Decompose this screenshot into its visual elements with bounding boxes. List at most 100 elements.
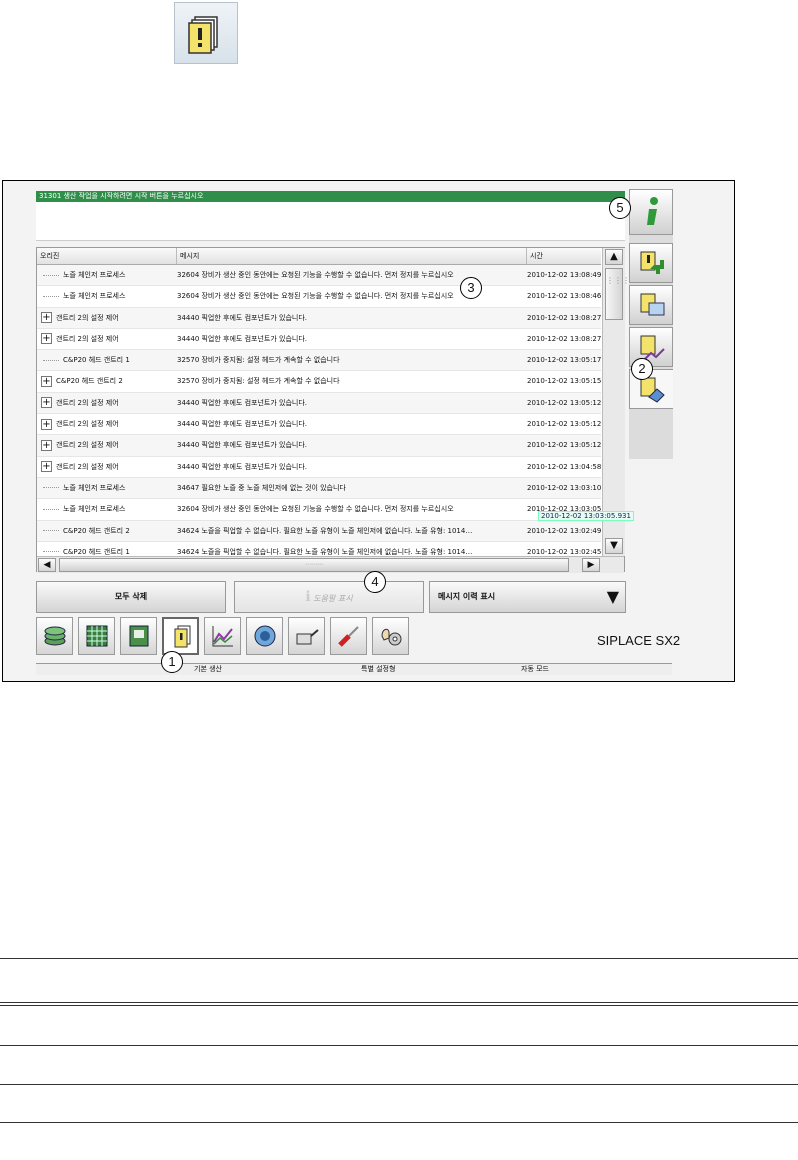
table-row[interactable]: C&P20 헤드 갠트리 2 34624 노즐을 픽업할 수 없습니다. 필요한 … <box>37 520 601 542</box>
table-row[interactable]: + 갠트리 2의 설정 제어 34440 픽업한 후에도 컴포넌트가 있습니다. 20… <box>37 307 601 329</box>
origin-cell: 노즐 체인저 프로세스 <box>37 499 173 519</box>
divider <box>0 958 798 959</box>
table-body: 노즐 체인저 프로세스 32604 장비가 생산 중인 동안에는 요청된 기능을 … <box>37 265 601 564</box>
origin-text: 노즐 체인저 프로세스 <box>63 292 126 301</box>
origin-cell: + 갠트리 2의 설정 제어 <box>37 435 173 455</box>
divider <box>0 1002 798 1003</box>
time-tooltip: 2010-12-02 13:03:05.931 <box>538 511 634 521</box>
delete-all-button[interactable]: 모두 삭제 <box>36 581 226 613</box>
tree-line <box>43 551 59 553</box>
callout-1: 1 <box>161 651 183 673</box>
expand-icon[interactable]: + <box>41 312 52 324</box>
scroll-thumb[interactable]: ⋮⋮⋮ <box>605 268 630 320</box>
time-cell: 2010-12-02 13:08:27 <box>527 313 601 322</box>
origin-cell: 노즐 체인저 프로세스 <box>37 286 173 306</box>
money-stack-icon <box>44 626 66 646</box>
origin-text: 갠트리 2의 설정 제어 <box>56 441 119 450</box>
message-history-dropdown[interactable]: 메시지 이력 표시 ▼ <box>429 581 626 613</box>
board-button[interactable] <box>120 617 157 655</box>
table-row[interactable]: + 갠트리 2의 설정 제어 34440 픽업한 후에도 컴포넌트가 있습니다. 20… <box>37 329 601 351</box>
table-row[interactable]: C&P20 헤드 갠트리 1 32570 장비가 중지됨: 설정 헤드가 계속할 … <box>37 350 601 372</box>
brand-label: SIPLACE SX2 <box>597 633 681 648</box>
origin-cell: 노즐 체인저 프로세스 <box>37 265 173 285</box>
table-row[interactable]: + C&P20 헤드 갠트리 2 32570 장비가 중지됨: 설정 헤드가 계속할… <box>37 371 601 393</box>
machine-ui-screenshot: 31301 생산 작업을 시작하려면 시작 버튼을 누르십시오 오리진 메시지 … <box>2 180 735 682</box>
time-cell: 2010-12-02 13:03:10 <box>527 483 601 492</box>
origin-text: C&P20 헤드 갠트리 2 <box>56 377 123 386</box>
divider <box>0 1122 798 1123</box>
origin-text: 갠트리 2의 설정 제어 <box>56 420 119 429</box>
table-header: 오리진 메시지 시간 <box>37 248 601 265</box>
info-icon <box>647 197 658 225</box>
message-cell: 34440 픽업한 후에도 컴포넌트가 있습니다. <box>177 441 307 450</box>
origin-text: 갠트리 2의 설정 제어 <box>56 462 119 471</box>
table-row[interactable]: + 갠트리 2의 설정 제어 34440 픽업한 후에도 컴포넌트가 있습니다. 20… <box>37 435 601 457</box>
horizontal-scrollbar[interactable]: ◀ ⋯⋯⋯ ▶ <box>37 556 624 573</box>
show-help-button[interactable]: ℹ 도움말 표시 <box>234 581 424 613</box>
origin-cell: + 갠트리 2의 설정 제어 <box>37 329 173 349</box>
tree-line <box>43 508 59 510</box>
statistics-button[interactable] <box>204 617 241 655</box>
show-help-label: 도움말 표시 <box>313 594 353 603</box>
scroll-down-icon[interactable]: ▼ <box>605 538 623 554</box>
tree-line <box>43 274 59 276</box>
vision-button[interactable] <box>246 617 283 655</box>
origin-cell: C&P20 헤드 갠트리 2 <box>37 521 173 541</box>
table-row[interactable]: + 갠트리 2의 설정 제어 34440 픽업한 후에도 컴포넌트가 있습니다. 20… <box>37 457 601 478</box>
column-time[interactable]: 시간 <box>527 248 601 264</box>
tools-button[interactable] <box>330 617 367 655</box>
message-history-label: 메시지 이력 표시 <box>438 592 496 601</box>
messages-icon <box>174 2 238 64</box>
messages-screen-button[interactable] <box>629 285 673 325</box>
messages-add-icon <box>640 251 664 274</box>
message-bar: 31301 생산 작업을 시작하려면 시작 버튼을 누르십시오 <box>36 191 625 202</box>
horizontal-scroll-thumb[interactable]: ⋯⋯⋯ <box>59 558 569 572</box>
origin-text: C&P20 헤드 갠트리 1 <box>63 547 130 556</box>
expand-icon[interactable]: + <box>41 397 52 409</box>
expand-icon[interactable]: + <box>41 439 52 451</box>
message-detail-area <box>36 202 625 241</box>
maintenance-button[interactable] <box>288 617 325 655</box>
column-message[interactable]: 메시지 <box>177 248 527 264</box>
messages-screen-icon <box>640 293 665 316</box>
divider <box>0 1084 798 1085</box>
time-cell: 2010-12-02 13:02:49 <box>527 526 601 535</box>
settings-button[interactable] <box>372 617 409 655</box>
table-row[interactable]: 노즐 체인저 프로세스 32604 장비가 생산 중인 동안에는 요청된 기능을 … <box>37 265 601 287</box>
vertical-scrollbar[interactable]: ▲ ⋮⋮⋮ ▼ <box>602 248 630 556</box>
expand-icon[interactable]: + <box>41 461 52 473</box>
time-cell: 2010-12-02 13:08:27 <box>527 334 601 343</box>
production-button[interactable] <box>36 617 73 655</box>
tree-line <box>43 295 59 297</box>
side-toolbar <box>629 189 673 459</box>
expand-icon[interactable]: + <box>41 418 52 430</box>
status-bar: 기본 생산 특별 설정형 자동 모드 <box>36 663 672 675</box>
scroll-up-icon[interactable]: ▲ <box>605 249 623 265</box>
origin-text: 갠트리 2의 설정 제어 <box>56 334 119 343</box>
table-row[interactable]: + 갠트리 2의 설정 제어 34440 픽업한 후에도 컴포넌트가 있습니다. 20… <box>37 414 601 436</box>
messages-tab-button[interactable] <box>162 617 199 655</box>
callout-2: 2 <box>631 358 653 380</box>
expand-icon[interactable]: + <box>41 333 52 345</box>
scroll-right-icon[interactable]: ▶ <box>582 558 600 572</box>
table-row[interactable]: 노즐 체인저 프로세스 32604 장비가 생산 중인 동안에는 요청된 기능을 … <box>37 286 601 308</box>
column-origin[interactable]: 오리진 <box>37 248 177 264</box>
expand-icon[interactable]: + <box>41 375 52 387</box>
time-cell: 2010-12-02 13:05:12 <box>527 398 601 407</box>
status-production-mode: 기본 생산 <box>194 665 222 673</box>
table-row[interactable]: 노즐 체인저 프로세스 34647 필요한 노즐 중 노즐 체인저에 없는 것이 … <box>37 477 601 500</box>
message-cell: 34624 노즐을 픽업할 수 없습니다. 필요한 노즐 유형이 노즐 체인저에… <box>177 526 473 535</box>
message-cell: 32570 장비가 중지됨: 설정 헤드가 계속할 수 없습니다 <box>177 356 340 365</box>
message-cell: 34440 픽업한 후에도 컴포넌트가 있습니다. <box>177 462 307 471</box>
messages-add-button[interactable] <box>629 243 673 283</box>
status-auto-mode: 자동 모드 <box>521 665 549 673</box>
info-button[interactable] <box>629 189 673 235</box>
table-row[interactable]: + 갠트리 2의 설정 제어 34440 픽업한 후에도 컴포넌트가 있습니다. 20… <box>37 392 601 415</box>
scroll-left-icon[interactable]: ◀ <box>38 558 56 572</box>
table-row[interactable]: 노즐 체인저 프로세스 32604 장비가 생산 중인 동안에는 요청된 기능을 … <box>37 499 601 521</box>
action-bar: 모두 삭제 ℹ 도움말 표시 메시지 이력 표시 ▼ <box>36 581 626 613</box>
feeder-button[interactable] <box>78 617 115 655</box>
message-cell: 32570 장비가 중지됨: 설정 헤드가 계속할 수 없습니다 <box>177 377 340 386</box>
origin-text: 노즐 체인저 프로세스 <box>63 505 126 514</box>
message-table: 오리진 메시지 시간 노즐 체인저 프로세스 32604 장비가 생산 중인 동안… <box>36 247 630 573</box>
